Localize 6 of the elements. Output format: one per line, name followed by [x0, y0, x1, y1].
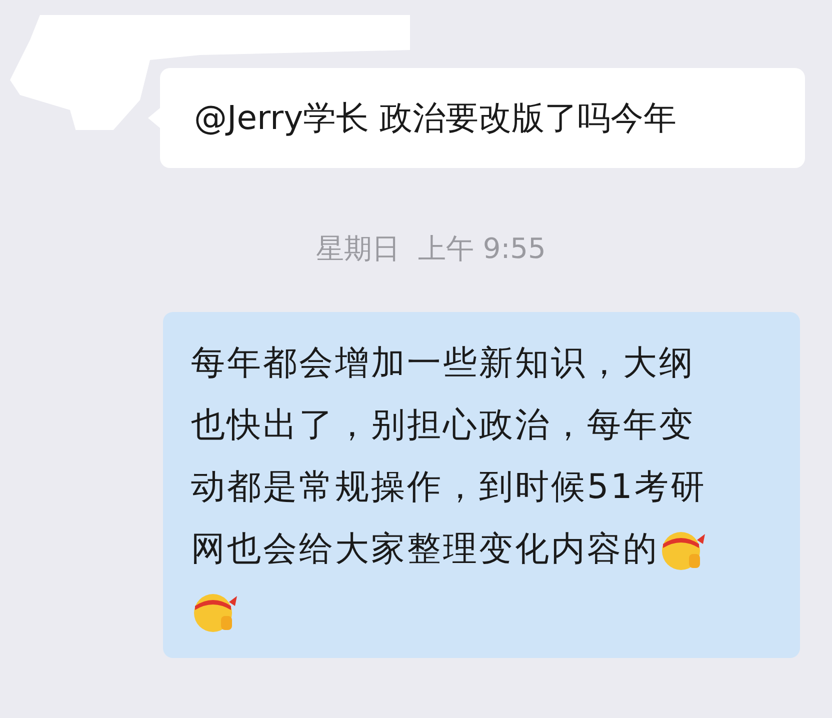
message-text: 每年都会增加一些新知识，大纲	[191, 342, 695, 385]
message-text: 也快出了，别担心政治，每年变	[191, 404, 695, 447]
timestamp: 星期日 上午 9:55	[316, 231, 546, 267]
message-text: 动都是常规操作，到时候51考研	[191, 466, 706, 509]
message-text: 网也会给大家整理变化内容的	[191, 528, 659, 571]
message-text: @Jerry学长 政治要改版了吗今年	[194, 96, 677, 138]
